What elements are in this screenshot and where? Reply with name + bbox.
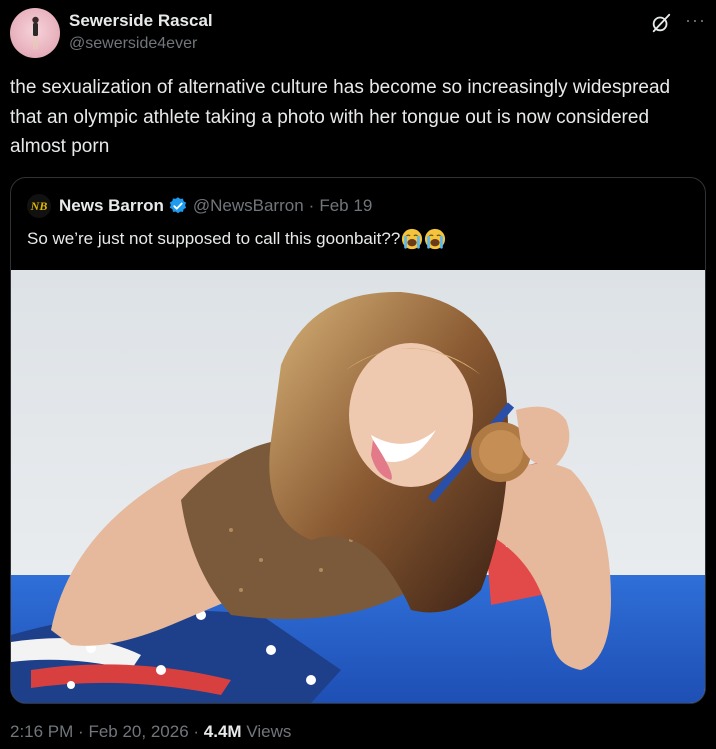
author-avatar[interactable] <box>10 8 60 58</box>
author-display-name[interactable]: Sewerside Rascal <box>69 11 213 31</box>
loudly-crying-face-icon <box>425 228 446 250</box>
meta-separator: · <box>78 722 84 741</box>
meta-separator: · <box>193 722 200 741</box>
quoted-tweet-text-row: So we’re just not supposed to call this … <box>27 228 446 250</box>
quoted-author-avatar[interactable]: NB <box>27 194 51 218</box>
views-count: 4.4M <box>203 722 242 741</box>
quoted-tweet-text: So we’re just not supposed to call this … <box>27 229 401 248</box>
quoted-author-handle[interactable]: @NewsBarron <box>193 196 304 216</box>
quoted-tweet-photo[interactable] <box>11 270 705 703</box>
avatar-figure-icon <box>32 16 39 49</box>
tweet-text: the sexualization of alternative culture… <box>10 77 671 157</box>
quoted-author-display-name[interactable]: News Barron <box>59 196 164 216</box>
tweet-date[interactable]: Feb 20, 2026 <box>88 722 188 741</box>
loudly-crying-face-icon <box>402 228 423 250</box>
dot-separator: · <box>308 196 315 215</box>
tweet-time[interactable]: 2:16 PM <box>10 722 73 741</box>
more-options-icon[interactable]: ··· <box>685 10 706 31</box>
tweet-header: Sewerside Rascal @sewerside4ever ··· <box>10 8 706 60</box>
tweet-meta: 2:16 PM · Feb 20, 2026 · 4.4M Views <box>10 722 291 742</box>
quoted-tweet[interactable]: NB News Barron @NewsBarron · Feb 19 So w… <box>10 177 706 704</box>
quoted-tweet-date[interactable]: Feb 19 <box>319 196 372 216</box>
verified-badge-icon[interactable] <box>168 196 188 216</box>
views-label: Views <box>246 722 292 741</box>
author-handle[interactable]: @sewerside4ever <box>69 35 197 53</box>
quoted-tweet-header: NB News Barron @NewsBarron · Feb 19 <box>27 194 372 218</box>
grok-icon[interactable] <box>650 12 672 34</box>
